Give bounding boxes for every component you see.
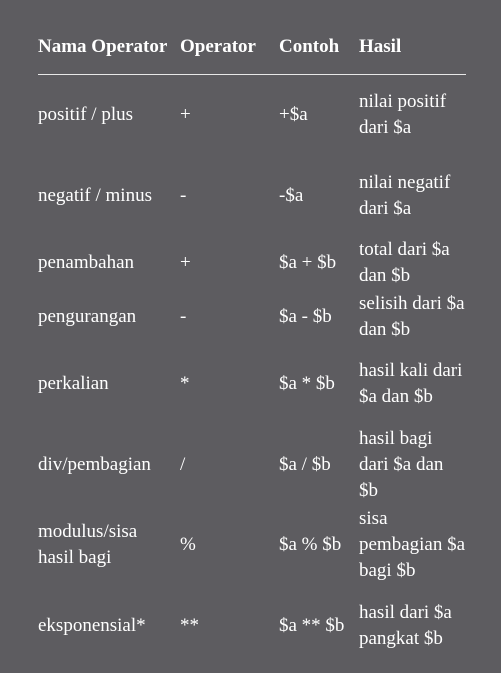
table-row: modulus/sisa hasil bagi % $a % $b sisa p… [38, 505, 466, 586]
operator-symbol: - [180, 184, 187, 206]
operator-symbol: + [180, 251, 191, 273]
operator-result: hasil bagi dari $a dan $b [359, 427, 444, 501]
header-contoh: Contoh [279, 20, 359, 75]
table-body: positif / plus + +$a nilai positif dari … [38, 75, 466, 666]
operator-result: hasil kali dari $a dan $b [359, 360, 463, 407]
operator-table: Nama Operator Operator Contoh Hasil posi… [38, 20, 466, 666]
operator-example: $a + $b [279, 251, 337, 273]
operator-result: sisa pembagian $a bagi $b [359, 508, 466, 581]
operator-result: total dari $a dan $b [359, 238, 450, 286]
operator-example: +$a [279, 104, 308, 126]
header-operator: Operator [180, 20, 279, 75]
operator-name: div/pembagian [38, 453, 151, 475]
operator-name: penambahan [38, 251, 135, 273]
operator-name: positif / plus [38, 104, 134, 126]
table-header: Nama Operator Operator Contoh Hasil [38, 20, 466, 75]
operator-example: $a * $b [279, 373, 335, 394]
operator-example: $a % $b [279, 534, 342, 555]
table-row: div/pembagian / $a / $b hasil bagi dari … [38, 425, 466, 505]
table-row: negatif / minus - -$a nilai negatif dari… [38, 156, 466, 236]
page: Nama Operator Operator Contoh Hasil posi… [0, 0, 501, 673]
operator-name: pengurangan [38, 305, 137, 327]
header-hasil: Hasil [359, 20, 466, 75]
header-row: Nama Operator Operator Contoh Hasil [38, 20, 466, 75]
operator-result: selisih dari $a dan $b [359, 292, 465, 340]
operator-example: -$a [279, 184, 304, 206]
operator-symbol: * [180, 373, 190, 394]
operator-symbol: + [180, 104, 191, 126]
operator-name: perkalian [38, 373, 109, 394]
operator-name: eksponensial* [38, 614, 146, 636]
operator-symbol: ** [180, 614, 199, 636]
header-nama-operator: Nama Operator [38, 20, 180, 75]
operator-result: hasil dari $a pangkat $b [359, 601, 452, 649]
operator-result: nilai positif dari $a [359, 91, 447, 139]
operator-example: $a - $b [279, 305, 332, 327]
operator-symbol: - [180, 305, 187, 327]
operator-example: $a / $b [279, 453, 331, 475]
operator-symbol: % [180, 534, 196, 555]
table-row: positif / plus + +$a nilai positif dari … [38, 75, 466, 156]
operator-symbol: / [180, 453, 186, 475]
operator-result: nilai negatif dari $a [359, 171, 451, 219]
table-row: penambahan + $a + $b total dari $a dan $… [38, 236, 466, 290]
operator-name: modulus/sisa hasil bagi [38, 521, 138, 568]
table-row: eksponensial* ** $a ** $b hasil dari $a … [38, 586, 466, 666]
operator-name: negatif / minus [38, 184, 152, 206]
table-row: perkalian * $a * $b hasil kali dari $a d… [38, 344, 466, 425]
operator-example: $a ** $b [279, 614, 345, 636]
table-row: pengurangan - $a - $b selisih dari $a da… [38, 290, 466, 344]
